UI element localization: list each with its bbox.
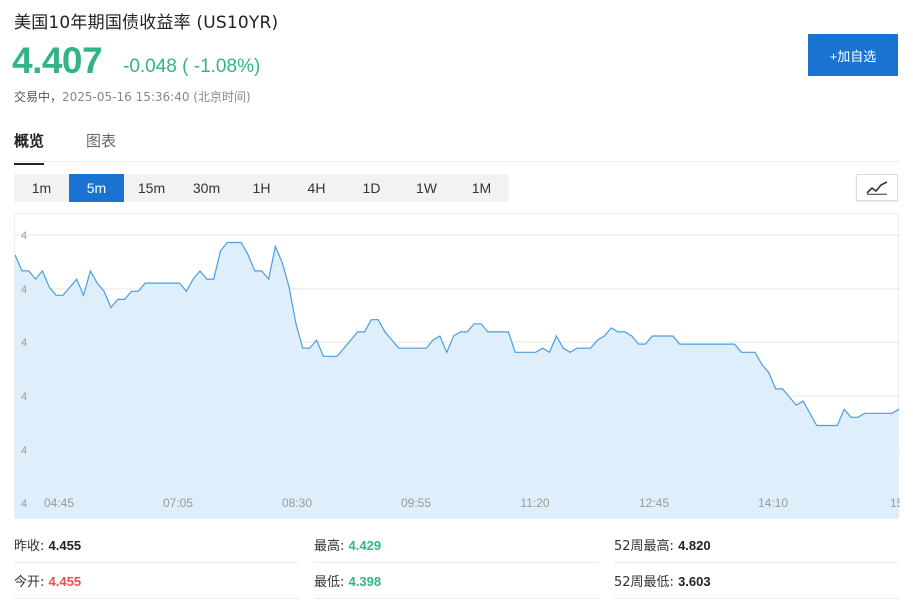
change-value: -0.048	[123, 56, 177, 77]
range-1d[interactable]: 1D	[344, 174, 399, 202]
page-title: 美国10年期国债收益率 (US10YR)	[14, 13, 279, 33]
x-tick-label: 11:20	[520, 496, 549, 510]
status-label: 交易中，	[14, 90, 63, 104]
tab-chart[interactable]: 图表	[86, 130, 116, 151]
y-tick-label: 4	[21, 230, 27, 242]
range-30m[interactable]: 30m	[179, 174, 234, 202]
range-4h[interactable]: 4H	[289, 174, 344, 202]
add-to-watchlist-button[interactable]: +加自选	[808, 34, 898, 76]
y-tick-label: 4	[21, 391, 27, 403]
range-1m[interactable]: 1m	[14, 174, 69, 202]
stat-low: 最低: 4.398	[314, 571, 599, 599]
y-tick-label: 4	[21, 337, 27, 349]
y-tick-label: 4	[21, 498, 27, 510]
x-tick-label: 04:45	[44, 496, 74, 510]
chart-type-button[interactable]	[856, 174, 898, 201]
range-1w[interactable]: 1W	[399, 174, 454, 202]
line-chart-icon	[866, 180, 888, 195]
tab-overview[interactable]: 概览	[14, 130, 45, 165]
stat-prev-close: 昨收: 4.455	[14, 535, 299, 563]
range-15m[interactable]: 15m	[124, 174, 179, 202]
series-area	[15, 242, 899, 519]
x-tick-label: 07:05	[163, 496, 193, 510]
x-tick-label: 09:55	[401, 496, 431, 510]
tab-bar: 概览 图表	[14, 128, 899, 165]
current-price: 4.407	[12, 40, 103, 81]
y-tick-label: 4	[21, 284, 27, 296]
stat-52w-high: 52周最高: 4.820	[614, 535, 899, 563]
yield-chart: 4 4 4 4 4 4 04:45 07:05 08:30 09:55 11:20 12:45 14:…	[14, 213, 900, 519]
stat-open: 今开: 4.455	[14, 571, 299, 599]
stats-panel: 昨收: 4.455 最高: 4.429 52周最高: 4.820 今开: 4.4…	[14, 530, 899, 602]
x-tick-label: 14:10	[758, 496, 788, 510]
range-5m[interactable]: 5m	[69, 174, 124, 202]
range-1mo[interactable]: 1M	[454, 174, 509, 202]
change-percent: ( -1.08%)	[182, 56, 261, 77]
stats-row: 今开: 4.455 最低: 4.398 52周最低: 3.603	[14, 566, 899, 602]
price-change: -0.048 ( -1.08%)	[123, 56, 260, 78]
trading-status: 交易中，2025-05-16 15:36:40 (北京时间)	[14, 88, 251, 105]
time-range-selector: 1m 5m 15m 30m 1H 4H 1D 1W 1M	[14, 174, 509, 202]
y-tick-label: 4	[21, 445, 27, 457]
x-tick-label: 15:3	[890, 496, 900, 510]
stat-high: 最高: 4.429	[314, 535, 599, 563]
chart-canvas: 4 4 4 4 4 4 04:45 07:05 08:30 09:55 11:20 12:45 14:…	[15, 230, 900, 519]
x-tick-label: 08:30	[282, 496, 312, 510]
stats-row: 昨收: 4.455 最高: 4.429 52周最高: 4.820	[14, 530, 899, 566]
x-tick-label: 12:45	[639, 496, 669, 510]
range-1h[interactable]: 1H	[234, 174, 289, 202]
timestamp: 2025-05-16 15:36:40 (北京时间)	[62, 90, 251, 104]
stat-52w-low: 52周最低: 3.603	[614, 571, 899, 599]
